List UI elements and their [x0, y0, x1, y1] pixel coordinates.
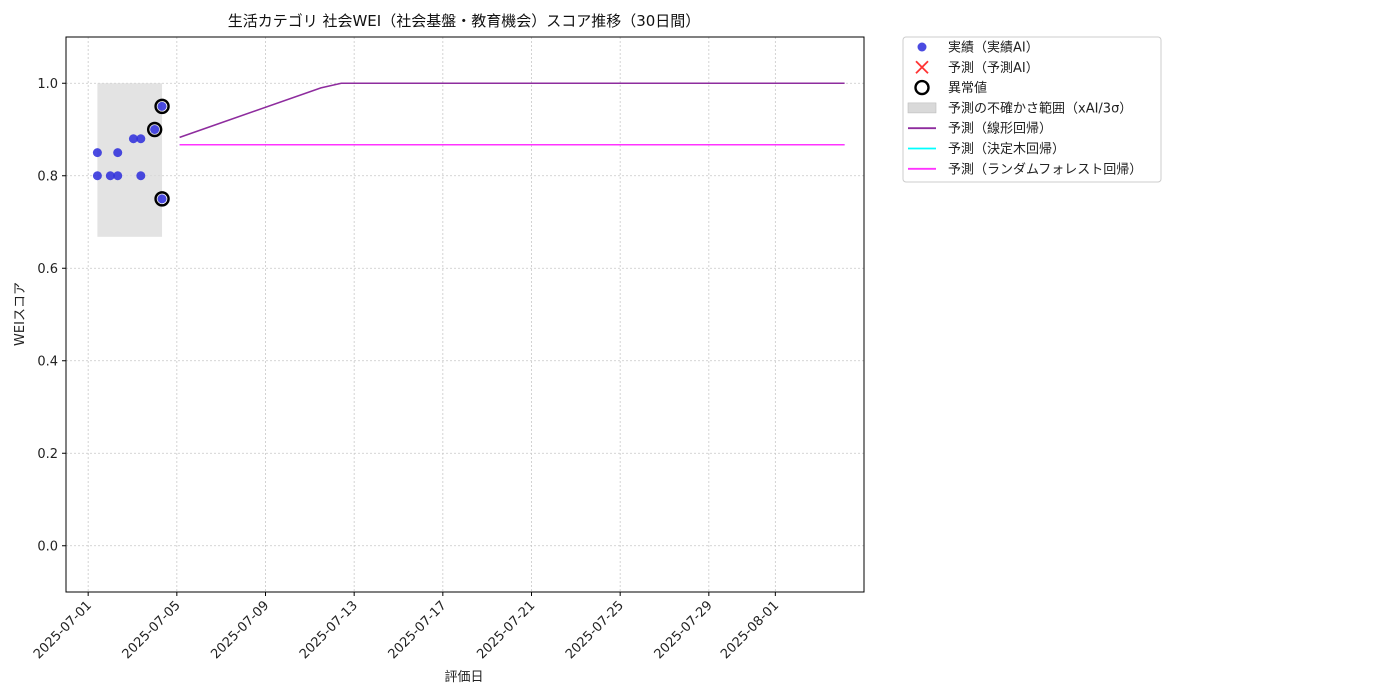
- y-tick-label: 0.0: [37, 539, 58, 554]
- actual-point: [136, 171, 146, 181]
- x-tick-label: 2025-07-13: [297, 598, 361, 662]
- x-axis-title: 評価日: [444, 670, 483, 685]
- plot-area: [65, 36, 865, 593]
- uncertainty-band: [97, 83, 163, 237]
- legend-label-2: 異常値: [948, 80, 987, 96]
- legend-label-6: 予測（ランダムフォレスト回帰）: [948, 161, 1142, 177]
- legend-label-3: 予測の不確かさ範囲（xAI/3σ）: [948, 100, 1132, 116]
- actual-point: [157, 101, 167, 111]
- uncertainty-band-layer: [97, 83, 163, 237]
- y-tick-label: 1.0: [37, 77, 58, 92]
- chart-title: 生活カテゴリ 社会WEI（社会基盤・教育機会）スコア推移（30日間）: [228, 12, 701, 30]
- legend-label-5: 予測（決定木回帰）: [948, 141, 1065, 157]
- plot-frame: [66, 37, 864, 592]
- x-tick-label: 2025-07-17: [386, 598, 450, 662]
- y-axis: 0.0 0.2 0.4 0.6 0.8 1.0: [37, 77, 66, 554]
- legend-label-0: 実績（実績AI）: [948, 40, 1039, 56]
- y-tick-label: 0.6: [37, 262, 58, 277]
- x-tick-label: 2025-07-21: [474, 598, 538, 662]
- y-tick-label: 0.4: [37, 354, 58, 369]
- x-tick-label: 2025-07-25: [563, 598, 627, 662]
- x-axis: 2025-07-01 2025-07-05 2025-07-09 2025-07-13…: [31, 592, 782, 662]
- legend-label-4: 予測（線形回帰）: [948, 121, 1052, 137]
- legend-marker-0: [917, 42, 927, 52]
- actual-point: [92, 148, 102, 158]
- chart: 生活カテゴリ 社会WEI（社会基盤・教育機会）スコア推移（30日間） 2025-…: [13, 12, 1162, 685]
- actual-point: [92, 171, 102, 181]
- y-axis-title: WEIスコア: [13, 282, 28, 346]
- x-tick-label: 2025-07-29: [652, 598, 716, 662]
- y-tick-label: 0.8: [37, 169, 58, 184]
- actual-point: [157, 194, 167, 204]
- legend: 実績（実績AI） 予測（予測AI） 異常値予測の不確かさ範囲（xAI/3σ） 予測（線…: [902, 36, 1162, 183]
- actual-point: [113, 171, 123, 181]
- legend-marker-3: [907, 102, 937, 114]
- x-tick-label: 2025-08-01: [718, 598, 782, 662]
- actual-point: [150, 125, 160, 134]
- y-tick-label: 0.2: [37, 447, 58, 462]
- x-tick-label: 2025-07-09: [208, 598, 272, 662]
- legend-label-1: 予測（予測AI）: [948, 61, 1039, 76]
- actual-point: [136, 134, 146, 144]
- actual-point: [113, 148, 123, 158]
- x-tick-label: 2025-07-05: [120, 598, 184, 662]
- x-tick-label: 2025-07-01: [31, 598, 95, 662]
